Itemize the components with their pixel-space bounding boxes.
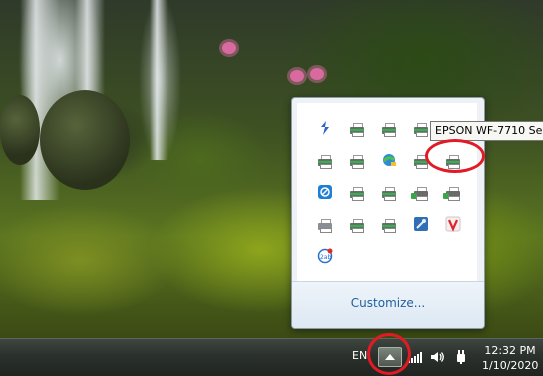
printer-icon[interactable] [349,184,365,201]
annotation-circle-printer [425,139,485,173]
printer-icon[interactable] [381,120,397,137]
printer-tooltip: EPSON WF-7710 Seri [430,121,543,141]
printer-icon[interactable] [413,120,429,137]
printer-icon[interactable] [381,184,397,201]
annotation-circle-tray-button [367,333,411,375]
printer-icon[interactable] [381,216,397,233]
fax-printer-icon[interactable] [317,216,333,233]
printer-icon[interactable] [349,152,365,169]
antivirus-icon[interactable] [445,216,461,232]
taskbar: EN 12:32 PM 1/10/2020 [0,338,543,376]
printer-icon[interactable] [317,152,333,169]
clock-date: 1/10/2020 [482,359,539,372]
printer-icon[interactable] [443,184,461,201]
browser-icon[interactable] [317,184,333,200]
rock [40,90,130,190]
flyout-footer: Customize... [292,281,484,328]
volume-icon[interactable] [429,349,445,365]
clock-time: 12:32 PM [484,344,536,357]
flower [290,70,304,82]
bluetooth-icon[interactable] [317,120,333,136]
taskbar-clock[interactable]: 12:32 PM 1/10/2020 [482,343,538,373]
rock [0,95,40,165]
language-indicator[interactable]: EN [352,349,367,362]
printer-icon[interactable] [349,216,365,233]
tool-icon[interactable] [413,216,429,232]
customize-link[interactable]: Customize... [292,296,484,310]
power-plug-icon[interactable] [453,349,469,365]
flower [310,68,324,80]
network-globe-icon[interactable] [381,152,397,168]
flower [222,42,236,54]
waterfall [150,0,168,160]
printer-icon[interactable] [411,184,429,201]
svg-text:2ab: 2ab [320,254,331,261]
sync-icon[interactable]: 2ab [317,248,333,264]
printer-icon[interactable] [349,120,365,137]
